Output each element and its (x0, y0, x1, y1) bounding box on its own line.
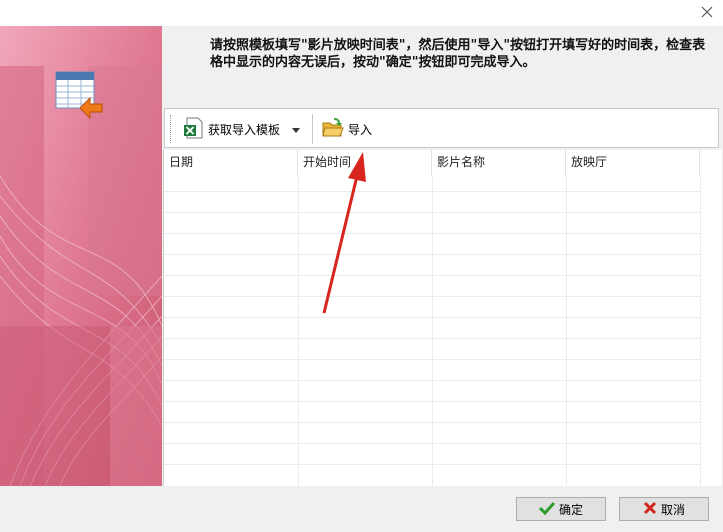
table-import-icon (54, 70, 104, 120)
grid-header: 日期 开始时间 影片名称 放映厅 (164, 150, 722, 176)
toolbar-grip (170, 115, 173, 143)
cancel-button[interactable]: 取消 (619, 497, 709, 521)
checkmark-icon (538, 501, 559, 518)
dropdown-arrow-icon[interactable] (292, 122, 301, 136)
instructions-text: 请按照模板填写"影片放映时间表"，然后使用"导入"按钮打开填写好的时间表，检查表… (210, 38, 706, 70)
column-header-date[interactable]: 日期 (164, 150, 298, 176)
column-header-filler (700, 150, 722, 176)
decorative-banner (0, 26, 162, 486)
folder-open-icon (321, 116, 345, 143)
get-template-label: 获取导入模板 (208, 122, 281, 137)
get-template-button[interactable]: 获取导入模板 (181, 115, 301, 143)
toolbar: 获取导入模板 导入 (164, 108, 719, 148)
column-header-start-time[interactable]: 开始时间 (298, 150, 432, 176)
schedule-grid[interactable]: 日期 开始时间 影片名称 放映厅 (163, 150, 722, 486)
ok-label: 确定 (558, 502, 583, 517)
close-icon[interactable] (699, 4, 715, 20)
grid-lines (164, 176, 701, 486)
column-header-film-name[interactable]: 影片名称 (432, 150, 566, 176)
ok-button[interactable]: 确定 (516, 497, 606, 521)
cross-icon (643, 501, 661, 518)
excel-icon (181, 116, 205, 143)
toolbar-separator (312, 114, 313, 144)
title-bar (0, 0, 723, 26)
import-label: 导入 (348, 122, 373, 137)
column-header-hall[interactable]: 放映厅 (566, 150, 700, 176)
cancel-label: 取消 (660, 502, 685, 517)
import-button[interactable]: 导入 (321, 115, 372, 143)
